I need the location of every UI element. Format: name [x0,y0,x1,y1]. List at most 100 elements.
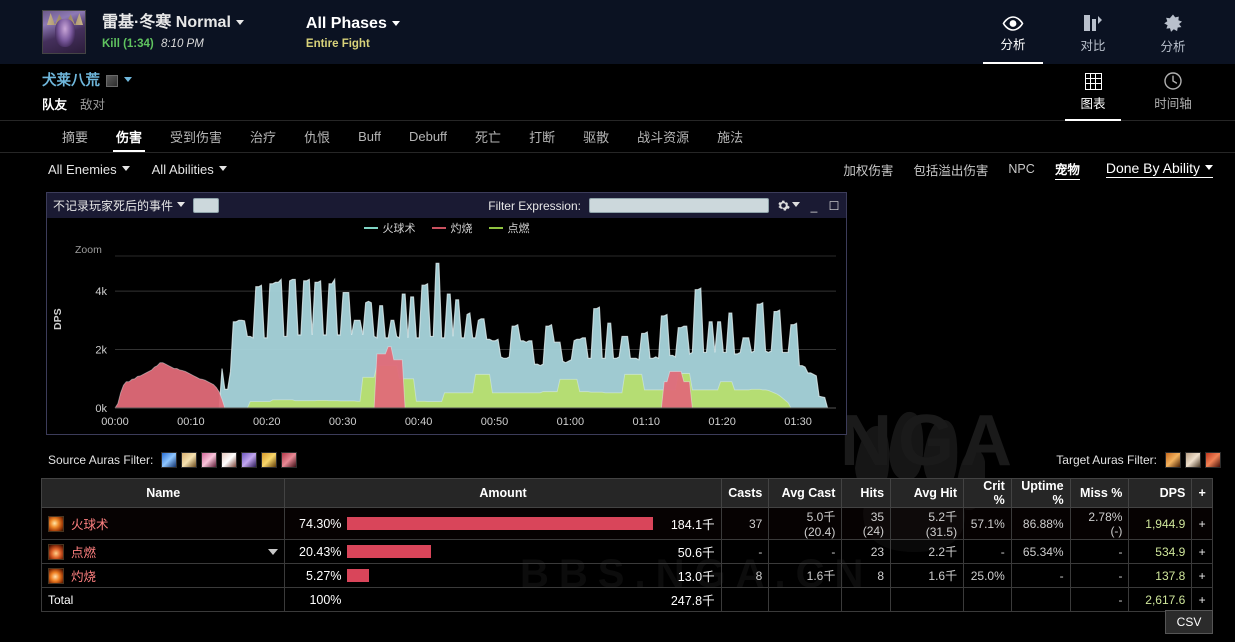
cell-total-expand[interactable]: + [1191,587,1213,612]
col-crit[interactable]: Crit % [963,478,1012,508]
cell-avg-cast: - [768,539,843,564]
view-mode-dropdown[interactable]: Done By Ability [1105,160,1213,178]
viewnav-label: 时间轴 [1154,97,1192,111]
tab-resources[interactable]: 战斗资源 [623,121,703,152]
aura-nature-orange[interactable] [261,452,278,468]
cell-name[interactable]: 灼烧 [40,563,286,588]
col-miss[interactable]: Miss % [1069,478,1130,508]
chart-plot-area[interactable]: Zoom DPS 0k 2k 4k 00:00 00:10 00:20 00:30 00:40… [47,238,846,435]
cell-dps: 534.9 [1128,539,1193,564]
aura-arcane-gold[interactable] [181,452,198,468]
topnav-item-compare[interactable]: 对比 [1053,0,1133,64]
toggle-weighted-damage[interactable]: 加权伤害 [843,160,893,179]
toggle-pets[interactable]: 宠物 [1054,159,1080,180]
csv-export-button[interactable]: CSV [1165,610,1213,634]
cell-expand[interactable]: + [1191,563,1213,588]
tab-deaths[interactable]: 死亡 [461,121,515,152]
legend-label: 火球术 [382,223,416,235]
amount-bar-fill [347,517,653,530]
legend-item-scorch[interactable]: 灼烧 [431,220,473,236]
abilities-filter-dropdown[interactable]: All Abilities [152,162,227,177]
chart-panel-header: 不记录玩家死后的事件 Filter Expression: _ ☐ [47,193,846,218]
col-avg-hit[interactable]: Avg Hit [890,478,965,508]
eye-icon [1002,15,1024,31]
enemies-filter-dropdown[interactable]: All Enemies [48,162,130,177]
tab-summary[interactable]: 摘要 [48,121,102,152]
auras-filter-row: Source Auras Filter: Target Auras Filter… [48,449,1221,471]
cell-miss: - [1069,563,1130,588]
toggle-npc[interactable]: NPC [1008,162,1034,176]
col-hits[interactable]: Hits [841,478,892,508]
maximize-icon[interactable]: ☐ [828,199,840,213]
col-dps[interactable]: DPS [1128,478,1193,508]
aura-frost-blue[interactable] [161,452,178,468]
tab-damage-done[interactable]: 伤害 [102,121,156,152]
filter-expression-input[interactable] [589,198,769,213]
col-avg-cast[interactable]: Avg Cast [768,478,843,508]
aura-spell-crimson[interactable] [281,452,298,468]
topnav-item-analysis[interactable]: 分析 [973,0,1053,64]
col-name[interactable]: Name [40,478,286,508]
player-subtabs: 队友 敌对 [42,94,132,113]
spell-fireball-icon [48,515,64,532]
player-selector[interactable]: 犬莱八荒 [42,72,132,90]
aura-scorch-tan[interactable] [1185,452,1201,468]
amount-cell: 20.43% 50.6千 [291,542,715,561]
chart-title-dropdown[interactable]: 不记录玩家死后的事件 [53,197,186,214]
table-row[interactable]: 火球术 74.30% 184.1千 37 5.0千 (20.4) 35 (24) 5.2千 … [40,507,1213,540]
player-subtab-enemy[interactable]: 敌对 [80,94,105,113]
aura-fire-red[interactable] [1205,452,1221,468]
cell-expand[interactable]: + [1191,507,1213,540]
minimize-icon[interactable]: _ [808,199,820,213]
tab-debuffs[interactable]: Debuff [395,121,461,152]
cell-name[interactable]: 火球术 [40,507,286,540]
player-subtab-friendly[interactable]: 队友 [42,94,67,113]
aura-shadow-violet[interactable] [241,452,258,468]
col-expand[interactable]: + [1191,478,1213,508]
boss-selector[interactable]: 雷基·冬寒 Normal [102,13,244,33]
col-casts[interactable]: Casts [720,478,770,508]
class-icon [106,74,118,87]
cell-amount: 5.27% 13.0千 [284,563,722,588]
tab-damage-taken[interactable]: 受到伤害 [156,121,236,152]
amount-bar-fill [347,569,370,582]
aura-fire-pink[interactable] [201,452,218,468]
table-row[interactable]: 点燃 20.43% 50.6千 - -23 2.2千 -65.34% -534.9 + [40,539,1213,564]
col-amount[interactable]: Amount [284,478,722,508]
toggle-include-overkill[interactable]: 包括溢出伤害 [913,160,988,179]
row-expand-caret-icon[interactable] [268,548,279,555]
amount-value: 13.0千 [677,570,715,584]
tab-threat[interactable]: 仇恨 [290,121,344,152]
viewnav-item-timeline[interactable]: 时间轴 [1133,64,1213,121]
svg-text:00:30: 00:30 [329,416,357,428]
table-total-row: Total 100% 247.8千 -2,617.6 + [40,587,1213,612]
amount-value: 247.8千 [670,594,715,608]
tab-interrupts[interactable]: 打断 [515,121,569,152]
chart-small-input[interactable] [193,198,220,213]
aura-holy-white[interactable] [221,452,238,468]
legend-item-ignite[interactable]: 点燃 [488,220,530,236]
tab-casts[interactable]: 施法 [703,121,757,152]
viewnav-item-chart[interactable]: 图表 [1053,64,1133,121]
cell-expand[interactable]: + [1191,539,1213,564]
boss-name: 雷基·冬寒 Normal [102,14,231,31]
gear-icon [778,200,790,211]
tab-healing[interactable]: 治疗 [236,121,290,152]
cell-total-casts [720,587,770,612]
col-uptime[interactable]: Uptime % [1010,478,1071,508]
chart-settings-button[interactable] [777,199,800,212]
legend-item-fireball[interactable]: 火球术 [363,220,416,236]
topnav-item-insights[interactable]: 分析 [1133,0,1213,64]
tab-buffs[interactable]: Buff [344,121,395,152]
amount-bar-track [347,545,652,558]
phase-selector[interactable]: All Phases [306,14,400,34]
tab-dispels[interactable]: 驱散 [569,121,623,152]
table-row[interactable]: 灼烧 5.27% 13.0千 8 1.6千 8 1.6千 25.0% - -137.8 + [40,563,1213,588]
ability-label: 点燃 [71,546,97,560]
amount-cell: 5.27% 13.0千 [291,566,715,585]
cell-total-amount: 100% 247.8千 [284,587,722,612]
player-info-block: 犬莱八荒 队友 敌对 [42,72,132,113]
aura-ignite-orange[interactable] [1165,452,1181,468]
cell-name[interactable]: 点燃 [40,539,286,564]
source-auras-icons [161,452,298,468]
